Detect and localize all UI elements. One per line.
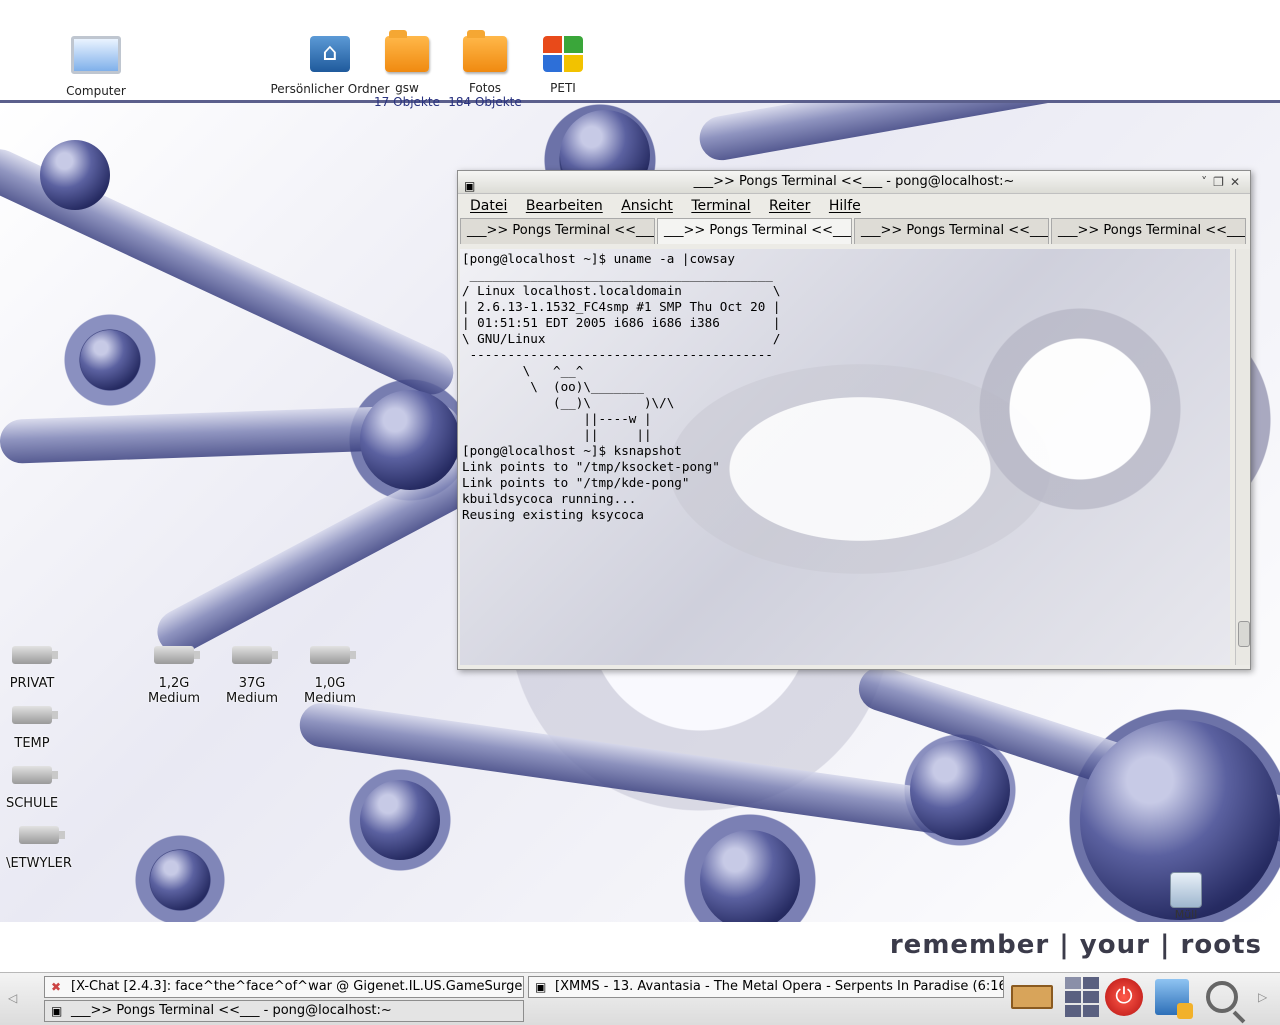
tab-bar: ___>> Pongs Terminal <<___... ___>> Pong… bbox=[458, 218, 1250, 244]
wallpaper-sphere bbox=[80, 330, 140, 390]
maximize-icon[interactable]: ❐ bbox=[1213, 175, 1230, 189]
wallpaper-sphere bbox=[910, 740, 1010, 840]
wallpaper-sphere bbox=[360, 780, 440, 860]
desktop-icon-fotos[interactable]: Fotos 184 Objekte bbox=[446, 30, 524, 109]
trash-icon bbox=[1170, 872, 1202, 908]
drive-label: TEMP bbox=[14, 736, 50, 751]
window-titlebar[interactable]: ▣ ___>> Pongs Terminal <<___ - pong@loca… bbox=[458, 171, 1250, 194]
desktop-icon-peti[interactable]: PETI bbox=[528, 30, 598, 95]
drive-temp[interactable]: TEMP bbox=[4, 706, 60, 751]
menu-hilfe[interactable]: Hilfe bbox=[829, 198, 861, 214]
panel-hide-left-icon[interactable]: ◁ bbox=[8, 991, 17, 1005]
wallpaper-sphere bbox=[700, 830, 800, 922]
task-xmms[interactable]: ▣ [XMMS - 13. Avantasia - The Metal Oper… bbox=[528, 976, 1004, 998]
logout-power-icon[interactable]: ⏻ bbox=[1102, 974, 1146, 1020]
usb-drive-icon bbox=[12, 706, 58, 724]
menu-bearbeiten[interactable]: Bearbeiten bbox=[526, 198, 603, 214]
desktop-icon-sublabel: 17 Objekte bbox=[374, 95, 440, 109]
task-label: ___>> Pongs Terminal <<___ - pong@localh… bbox=[71, 1003, 392, 1018]
desktop-icon-label: gsw bbox=[395, 81, 419, 95]
drive-label: 1,0G Medium bbox=[304, 676, 356, 706]
menu-ansicht[interactable]: Ansicht bbox=[621, 198, 673, 214]
task-label: [X-Chat [2.4.3]: face^the^face^of^war @ … bbox=[71, 979, 524, 994]
drive-label: \ETWYLER bbox=[6, 856, 72, 871]
usb-drive-icon bbox=[12, 646, 58, 664]
terminal-screen[interactable]: [pong@localhost ~]$ uname -a |cowsay ___… bbox=[460, 249, 1230, 665]
desktop-icon-trash[interactable]: Müll bbox=[1166, 872, 1206, 921]
wallpaper-sphere bbox=[360, 390, 460, 490]
menu-terminal[interactable]: Terminal bbox=[691, 198, 750, 214]
close-icon[interactable]: ✕ bbox=[1230, 175, 1246, 189]
desktop-table-icon[interactable] bbox=[1010, 974, 1054, 1020]
tab-terminal-1[interactable]: ___>> Pongs Terminal <<___... bbox=[460, 218, 655, 244]
task-xchat[interactable]: ✖ [X-Chat [2.4.3]: face^the^face^of^war … bbox=[44, 976, 524, 998]
wallpaper-sphere bbox=[150, 850, 210, 910]
drive-1-2g[interactable]: 1,2G Medium bbox=[134, 646, 214, 706]
desktop-icon-label: Müll bbox=[1174, 908, 1198, 921]
window-controls: ˅❐✕ bbox=[1201, 171, 1246, 193]
desktop-icon-computer[interactable]: Computer bbox=[60, 30, 132, 98]
wallpaper-sphere bbox=[40, 140, 110, 210]
usb-drive-icon bbox=[310, 646, 356, 664]
terminal-window[interactable]: ▣ ___>> Pongs Terminal <<___ - pong@loca… bbox=[457, 170, 1251, 670]
computer-icon bbox=[71, 36, 121, 74]
drive-label: PRIVAT bbox=[9, 676, 55, 691]
usb-drive-icon bbox=[154, 646, 200, 664]
terminal-scrollbar[interactable] bbox=[1235, 249, 1250, 665]
drive-label: SCHULE bbox=[5, 796, 59, 811]
folder-icon bbox=[463, 30, 507, 72]
drive-privat[interactable]: PRIVAT bbox=[4, 646, 60, 691]
tab-terminal-4[interactable]: ___>> Pongs Terminal <<___... bbox=[1051, 218, 1246, 244]
task-terminal[interactable]: ▣ ___>> Pongs Terminal <<___ - pong@loca… bbox=[44, 1000, 524, 1022]
tab-terminal-2[interactable]: ___>> Pongs Terminal <<___... bbox=[657, 218, 852, 244]
search-icon[interactable] bbox=[1200, 974, 1246, 1024]
desktop-icon-sublabel: 184 Objekte bbox=[448, 95, 522, 109]
desktop-icon-label: PETI bbox=[550, 81, 576, 95]
home-folder-icon bbox=[310, 36, 350, 72]
usb-drive-icon bbox=[232, 646, 278, 664]
usb-drive-icon bbox=[12, 766, 58, 784]
xchat-icon: ✖ bbox=[51, 980, 62, 994]
desktop-icon-label: Computer bbox=[66, 84, 126, 98]
lock-screen-icon[interactable] bbox=[1150, 974, 1194, 1020]
desktop-top-area: Computer Persönlicher Ordner gsw 17 Obje… bbox=[0, 0, 1280, 109]
pager-icon[interactable] bbox=[1060, 974, 1104, 1020]
window-title: ___>> Pongs Terminal <<___ - pong@localh… bbox=[693, 174, 1015, 189]
terminal-app-icon[interactable]: ▣ bbox=[464, 175, 475, 197]
folder-icon bbox=[385, 30, 429, 72]
wallpaper-tube bbox=[696, 100, 1280, 164]
drive-schule[interactable]: SCHULE bbox=[2, 766, 62, 811]
desktop-icon-label: Fotos bbox=[468, 81, 502, 95]
terminal-icon: ▣ bbox=[51, 1004, 63, 1018]
drive-1-0g[interactable]: 1,0G Medium bbox=[290, 646, 370, 706]
usb-drive-icon bbox=[19, 826, 65, 844]
windows-folder-icon bbox=[543, 36, 583, 72]
wallpaper-slogan: remember | your | roots bbox=[889, 930, 1262, 960]
terminal-output: [pong@localhost ~]$ uname -a |cowsay ___… bbox=[462, 251, 781, 522]
task-label: [XMMS - 13. Avantasia - The Metal Opera … bbox=[555, 979, 1004, 994]
menu-bar: Datei Bearbeiten Ansicht Terminal Reiter… bbox=[458, 194, 1250, 218]
drive-label: 37G Medium bbox=[226, 676, 278, 706]
panel-hide-right-icon[interactable]: ▷ bbox=[1258, 990, 1267, 1004]
xmms-icon: ▣ bbox=[535, 980, 547, 994]
tab-terminal-3[interactable]: ___>> Pongs Terminal <<___... bbox=[854, 218, 1049, 244]
menu-datei[interactable]: Datei bbox=[470, 198, 507, 214]
drive-37g[interactable]: 37G Medium bbox=[214, 646, 290, 706]
minimize-icon[interactable]: ˅ bbox=[1201, 175, 1213, 189]
desktop-icon-gsw[interactable]: gsw 17 Objekte bbox=[372, 30, 442, 109]
scrollbar-thumb[interactable] bbox=[1238, 621, 1250, 647]
menu-reiter[interactable]: Reiter bbox=[769, 198, 810, 214]
drive-label: 1,2G Medium bbox=[148, 676, 200, 706]
drive-etwyler[interactable]: \ETWYLER bbox=[0, 826, 78, 871]
